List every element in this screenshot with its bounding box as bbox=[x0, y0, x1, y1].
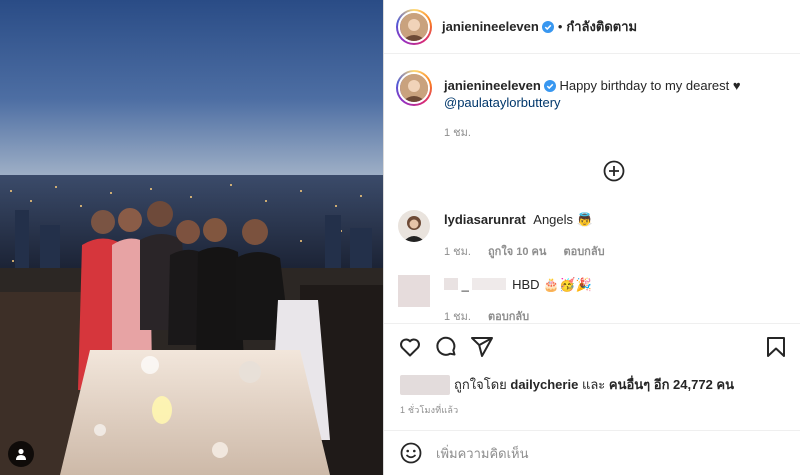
bookmark-icon[interactable] bbox=[764, 335, 788, 359]
username-redacted-block bbox=[472, 278, 507, 290]
commenter-avatar[interactable] bbox=[398, 210, 430, 242]
instagram-post-modal: janienineeleven • กำลังติดตาม janieninee… bbox=[0, 0, 800, 475]
add-comment-input[interactable]: เพิ่มความคิดเห็น bbox=[436, 443, 529, 464]
share-icon[interactable] bbox=[470, 335, 494, 359]
post-timestamp[interactable]: 1 ชั่วโมงที่แล้ว bbox=[400, 403, 458, 417]
caption-author-avatar[interactable] bbox=[396, 70, 432, 106]
actions-divider bbox=[384, 323, 800, 324]
commenter-avatar-blurred[interactable] bbox=[398, 275, 430, 307]
likes-others-link[interactable]: คนอื่นๆ อีก 24,772 คน bbox=[609, 374, 734, 395]
comment-item: lydiasarunrat Angels 👼 1 ชม. ถูกใจ 10 คน… bbox=[398, 210, 605, 260]
comment-icon[interactable] bbox=[434, 335, 458, 359]
header-separator: • bbox=[557, 19, 563, 34]
caption-username[interactable]: janienineeleven bbox=[444, 78, 541, 93]
comment-time: 1 ชม. bbox=[444, 246, 471, 258]
user-tag-icon bbox=[16, 448, 26, 460]
post-header: janienineeleven • กำลังติดตาม bbox=[384, 0, 800, 54]
author-username[interactable]: janienineeleven bbox=[442, 19, 539, 34]
comment-likes-link[interactable]: ถูกใจ 10 คน bbox=[488, 246, 546, 258]
add-circle-icon[interactable] bbox=[603, 160, 625, 182]
user-tag-button[interactable] bbox=[8, 441, 34, 467]
likes-summary: ถูกใจโดย dailycherie และ คนอื่นๆ อีก 24,… bbox=[400, 374, 734, 395]
caption-text: Happy birthday to my dearest ♥ bbox=[559, 78, 741, 93]
comment-time: 1 ชม. bbox=[444, 311, 471, 323]
caption-body: janienineeleven Happy birthday to my dea… bbox=[444, 77, 741, 142]
comment-text: HBD 🎂🥳🎉 bbox=[512, 277, 592, 292]
comment-reply-link[interactable]: ตอบกลับ bbox=[488, 311, 529, 323]
username-redacted-block bbox=[444, 278, 458, 290]
post-side-panel: janienineeleven • กำลังติดตาม janieninee… bbox=[383, 0, 800, 475]
liker-avatar-blurred bbox=[400, 374, 450, 395]
heart-icon[interactable] bbox=[398, 335, 422, 359]
comment-reply-link[interactable]: ตอบกลับ bbox=[563, 246, 604, 258]
post-caption: janienineeleven Happy birthday to my dea… bbox=[396, 70, 741, 142]
caption-time: 1 ชม. bbox=[444, 127, 471, 139]
comment-username-suffix[interactable]: _ bbox=[462, 277, 469, 292]
comment-text: Angels 👼 bbox=[533, 212, 593, 227]
comment-item: _ HBD 🎂🥳🎉 1 ชม. ตอบกลับ bbox=[398, 275, 592, 325]
add-comment-bar: เพิ่มความคิดเห็น bbox=[384, 430, 800, 475]
comment-username[interactable]: lydiasarunrat bbox=[444, 212, 526, 227]
post-actions-bar bbox=[384, 335, 800, 361]
likes-prefix: ถูกใจโดย bbox=[454, 377, 507, 392]
verified-badge-icon bbox=[543, 80, 556, 92]
author-avatar[interactable] bbox=[396, 8, 432, 45]
verified-badge-icon bbox=[541, 20, 554, 33]
liker-username[interactable]: dailycherie bbox=[510, 377, 578, 392]
following-button[interactable]: กำลังติดตาม bbox=[566, 16, 637, 37]
caption-mention-link[interactable]: @paulataylorbuttery bbox=[444, 95, 561, 110]
post-photo[interactable] bbox=[0, 0, 383, 475]
emoji-icon[interactable] bbox=[400, 442, 422, 464]
rooftop-group-photo bbox=[0, 0, 383, 475]
likes-and: และ bbox=[581, 377, 606, 392]
